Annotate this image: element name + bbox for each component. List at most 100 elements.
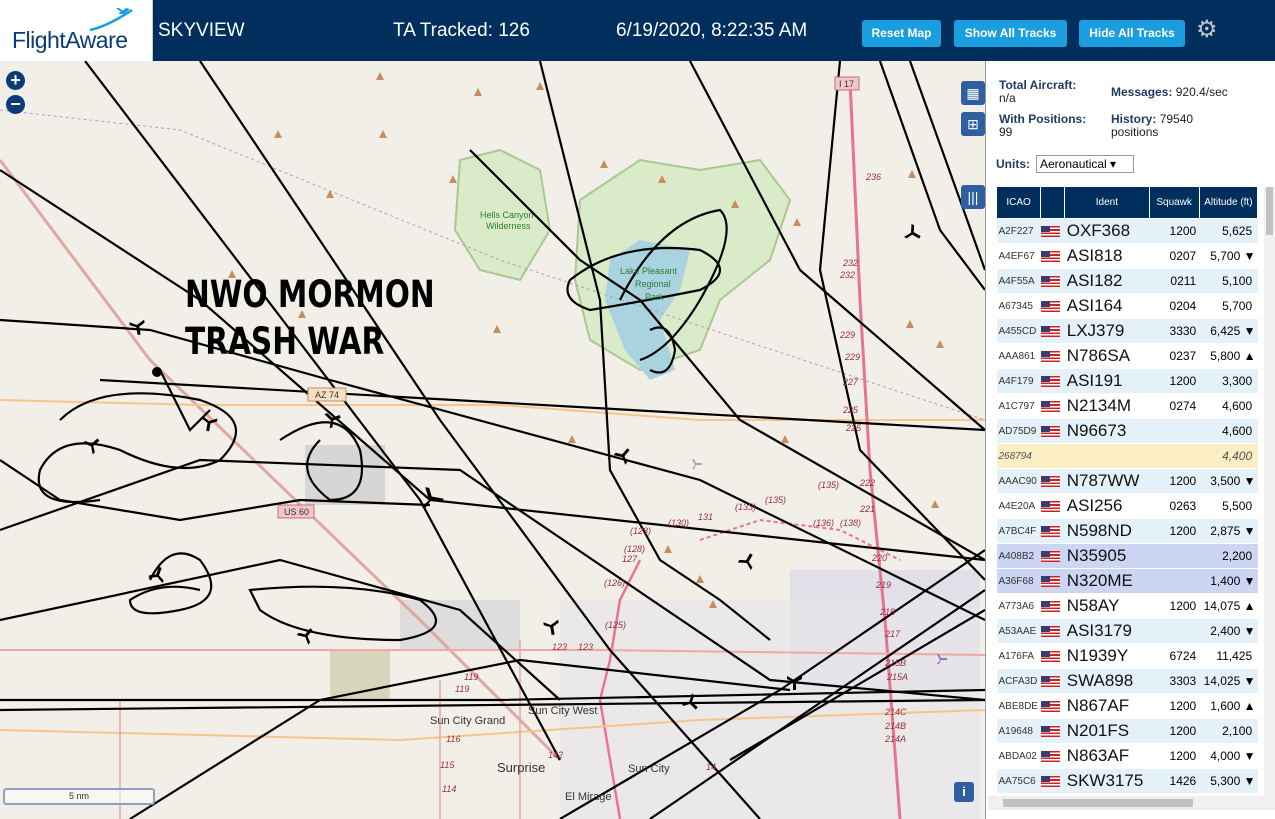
aircraft-row[interactable]: 268794 4,400 — [996, 443, 1258, 469]
row-flag-cell — [1040, 618, 1065, 644]
aircraft-row[interactable]: ABDA02 N863AF 1200 4,000 ▼ — [996, 743, 1258, 769]
flightaware-logo[interactable]: FlightAware — [0, 0, 153, 61]
row-ident: N598ND — [1064, 518, 1150, 544]
aircraft-row[interactable]: A4F179 ASI191 1200 3,300 — [996, 368, 1258, 394]
svg-text:225: 225 — [842, 405, 859, 415]
aircraft-row[interactable]: ABE8DE N867AF 1200 1,600 ▲ — [996, 693, 1258, 719]
row-altitude: 3,500 ▼ — [1199, 468, 1258, 494]
row-altitude: 5,300 ▼ — [1199, 768, 1258, 794]
row-squawk: 0237 — [1149, 343, 1200, 369]
map-view[interactable]: Hells Canyon Wilderness Lake Pleasant Re… — [0, 61, 985, 819]
svg-text:217: 217 — [884, 629, 901, 639]
col-altitude[interactable]: Altitude (ft) — [1198, 186, 1259, 219]
row-flag-cell — [1040, 743, 1065, 769]
row-squawk — [1149, 568, 1200, 594]
map-label-lake3: Park — [645, 292, 664, 302]
svg-text:221: 221 — [859, 504, 875, 514]
row-flag-cell — [1040, 668, 1065, 694]
row-ident — [1064, 443, 1150, 469]
row-altitude: 6,425 ▼ — [1199, 318, 1258, 344]
aircraft-row[interactable]: AD75D9 N96673 4,600 — [996, 418, 1258, 444]
row-trend-icon: ▼ — [1243, 474, 1256, 488]
aircraft-row[interactable]: AA75C6 SKW3175 1426 5,300 ▼ — [996, 768, 1258, 794]
aircraft-row[interactable]: ACFA3D SWA898 3303 14,025 ▼ — [996, 668, 1258, 694]
svg-text:(135): (135) — [818, 480, 839, 490]
columns-icon[interactable]: ||| — [961, 185, 985, 209]
row-squawk: 1200 — [1149, 468, 1200, 494]
row-icao: ABE8DE — [996, 693, 1041, 719]
row-altitude: 5,500 — [1199, 493, 1258, 519]
aircraft-row[interactable]: AAAC90 N787WW 1200 3,500 ▼ — [996, 468, 1258, 494]
us-flag-icon — [1040, 300, 1060, 312]
row-altitude: 1,600 ▲ — [1199, 693, 1258, 719]
horizontal-scroll-thumb[interactable] — [1003, 799, 1193, 807]
svg-text:(135): (135) — [765, 495, 786, 505]
svg-text:214C: 214C — [884, 707, 907, 717]
vertical-scrollbar[interactable] — [1264, 187, 1275, 802]
aircraft-row[interactable]: A67345 ASI164 0204 5,700 — [996, 293, 1258, 319]
row-altitude-value: 5,300 — [1210, 774, 1241, 788]
hide-all-tracks-button[interactable]: Hide All Tracks — [1079, 20, 1185, 47]
aircraft-row[interactable]: A2F227 OXF368 1200 5,625 — [996, 218, 1258, 244]
row-altitude-value: 3,300 — [1222, 374, 1253, 388]
aircraft-row[interactable]: A53AAE ASI3179 2,400 ▼ — [996, 618, 1258, 644]
map-label-hells2: Wilderness — [486, 221, 531, 231]
row-altitude: 4,000 ▼ — [1199, 743, 1258, 769]
us-flag-icon — [1040, 400, 1060, 412]
aircraft-row[interactable]: A19648 N201FS 1200 2,100 — [996, 718, 1258, 744]
us-flag-icon — [1040, 700, 1060, 712]
units-select[interactable]: Aeronautical ▾ — [1036, 155, 1134, 173]
row-flag-cell — [1040, 368, 1065, 394]
row-icao: A176FA — [996, 643, 1041, 669]
aircraft-row[interactable]: A1C797 N2134M 0274 4,600 — [996, 393, 1258, 419]
row-squawk: 1200 — [1149, 693, 1200, 719]
aircraft-row[interactable]: A773A6 N58AY 1200 14,075 ▲ — [996, 593, 1258, 619]
zoom-out-button[interactable]: − — [6, 95, 25, 114]
vertical-scroll-thumb[interactable] — [1266, 187, 1273, 235]
aircraft-row[interactable]: A455CD LXJ379 3330 6,425 ▼ — [996, 318, 1258, 344]
row-altitude-value: 4,600 — [1222, 424, 1253, 438]
col-icao[interactable]: ICAO — [995, 186, 1042, 219]
row-altitude-value: 4,000 — [1210, 749, 1241, 763]
aircraft-row[interactable]: A36F68 N320ME 1,400 ▼ — [996, 568, 1258, 594]
row-squawk — [1149, 543, 1200, 569]
row-squawk: 0274 — [1149, 393, 1200, 419]
row-altitude-value: 4,600 — [1222, 399, 1253, 413]
aircraft-row[interactable]: A408B2 N35905 2,200 — [996, 543, 1258, 569]
aircraft-row[interactable]: A7BC4F N598ND 1200 2,875 ▼ — [996, 518, 1258, 544]
row-ident: N863AF — [1064, 743, 1150, 769]
zoom-in-button[interactable]: + — [6, 71, 25, 90]
row-icao: AA75C6 — [996, 768, 1041, 794]
row-squawk: 1426 — [1149, 768, 1200, 794]
logo-text: FlightAware — [12, 27, 128, 53]
reset-map-button[interactable]: Reset Map — [862, 20, 941, 47]
messages-stat: Messages: 920.4/sec — [1111, 86, 1228, 99]
row-altitude-value: 11,425 — [1216, 649, 1253, 663]
row-altitude-value: 14,075 — [1203, 599, 1241, 613]
row-flag-cell — [1040, 768, 1065, 794]
aircraft-row[interactable]: A4EF67 ASI818 0207 5,700 ▼ — [996, 243, 1258, 269]
row-icao: AAA861 — [996, 343, 1041, 369]
row-squawk: 1200 — [1149, 518, 1200, 544]
row-altitude: 1,400 ▼ — [1199, 568, 1258, 594]
us-flag-icon — [1040, 375, 1060, 387]
grid-icon[interactable]: ⊞ — [961, 112, 985, 136]
aircraft-row[interactable]: A4E20A ASI256 0263 5,500 — [996, 493, 1258, 519]
show-all-tracks-button[interactable]: Show All Tracks — [954, 20, 1067, 47]
with-positions-stat: With Positions: 99 — [999, 113, 1086, 139]
aircraft-row[interactable]: A176FA N1939Y 6724 11,425 — [996, 643, 1258, 669]
aircraft-row[interactable]: AAA861 N786SA 0237 5,800 ▲ — [996, 343, 1258, 369]
col-ident[interactable]: Ident — [1064, 186, 1150, 219]
svg-text:119: 119 — [464, 672, 478, 682]
row-ident: ASI3179 — [1064, 618, 1150, 644]
col-squawk[interactable]: Squawk — [1148, 186, 1200, 219]
info-icon[interactable]: i — [954, 782, 974, 802]
map-layers-icon[interactable]: ▦ — [961, 81, 985, 105]
row-trend-icon: ▲ — [1243, 699, 1256, 713]
gear-icon[interactable]: ⚙ — [1196, 18, 1220, 42]
aircraft-row[interactable]: A4F55A ASI182 0211 5,100 — [996, 268, 1258, 294]
row-flag-cell — [1040, 293, 1065, 319]
us-flag-icon — [1040, 650, 1060, 662]
messages-label: Messages: — [1111, 85, 1173, 99]
row-flag-cell — [1040, 593, 1065, 619]
